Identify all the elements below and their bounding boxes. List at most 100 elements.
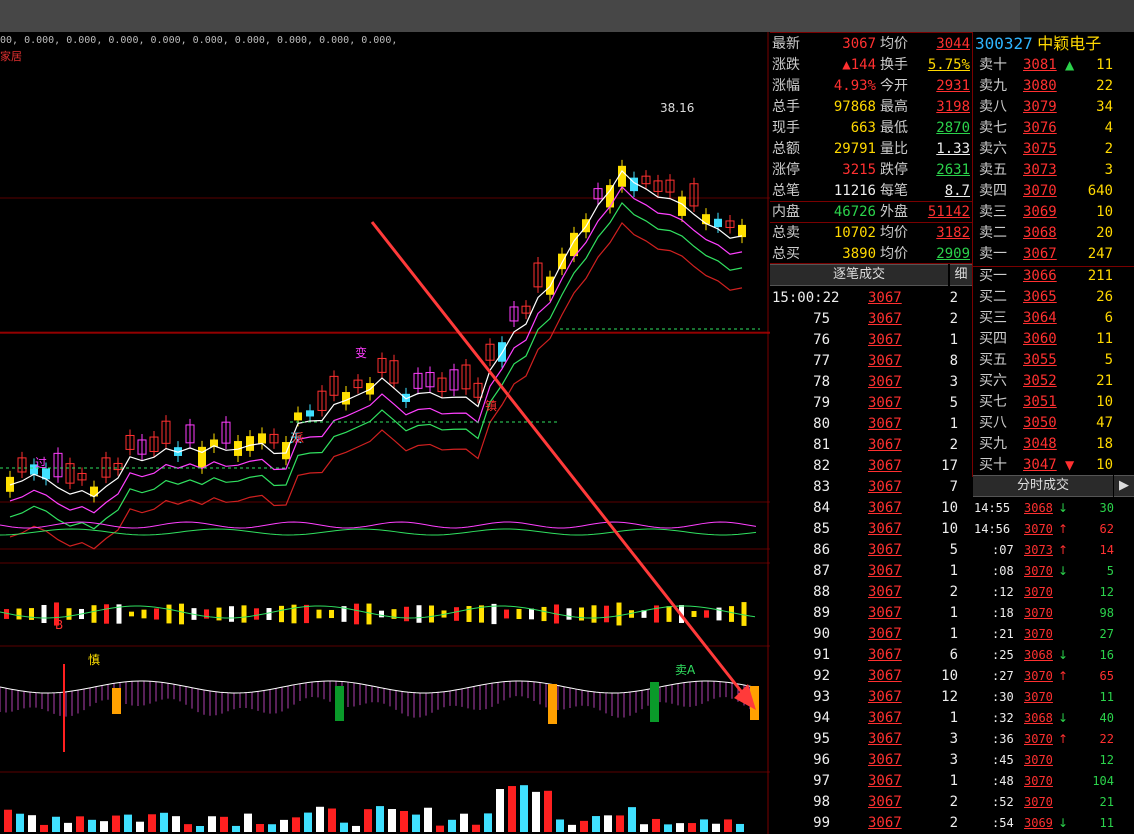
chart-annotation: 变: [355, 345, 367, 360]
indicator-bar: [704, 610, 709, 618]
tick-row[interactable]: 81 3067 2: [770, 435, 968, 456]
sell-level-row[interactable]: 卖一 3067 247: [979, 244, 1134, 265]
tick-row[interactable]: 98 3067 2: [770, 792, 968, 813]
tick-row[interactable]: 95 3067 3: [770, 729, 968, 750]
minute-trade-row[interactable]: :52 3070 21: [974, 792, 1134, 813]
buy-level-row[interactable]: 买一 3066 211: [979, 266, 1134, 287]
tick-row[interactable]: 85 3067 10: [770, 519, 968, 540]
tick-row[interactable]: 86 3067 5: [770, 540, 968, 561]
tick-row[interactable]: 76 3067 1: [770, 330, 968, 351]
buy-level-row[interactable]: 买十 3047 ▼ 10: [979, 455, 1134, 476]
tick-row[interactable]: 78 3067 3: [770, 372, 968, 393]
minute-trade-row[interactable]: :30 3070 11: [974, 687, 1134, 708]
minute-trade-price: 3070: [1024, 669, 1053, 683]
tick-row[interactable]: 90 3067 1: [770, 624, 968, 645]
minute-trade-row[interactable]: :27 3070 ↑ 65: [974, 666, 1134, 687]
minute-trade-row[interactable]: :36 3070 ↑ 22: [974, 729, 1134, 750]
tick-price: 3067: [868, 311, 902, 327]
buy-level-label: 买一: [979, 268, 1007, 284]
buy-level-row[interactable]: 买五 3055 5: [979, 350, 1134, 371]
tick-row[interactable]: 88 3067 2: [770, 582, 968, 603]
buy-level-row[interactable]: 买八 3050 47: [979, 413, 1134, 434]
sell-level-row[interactable]: 卖十 3081 ▲ 11: [979, 55, 1134, 76]
tick-row[interactable]: 99 3067 2: [770, 813, 968, 834]
tick-list-header[interactable]: 逐笔成交: [770, 264, 948, 286]
sell-level-row[interactable]: 卖五 3073 3: [979, 160, 1134, 181]
tick-row[interactable]: 93 3067 12: [770, 687, 968, 708]
tick-row[interactable]: 89 3067 1: [770, 603, 968, 624]
sell-level-price: 3068: [1023, 225, 1057, 241]
sell-level-row[interactable]: 卖七 3076 4: [979, 118, 1134, 139]
tick-price: 3067: [868, 773, 902, 789]
tick-row[interactable]: 97 3067 1: [770, 771, 968, 792]
minute-trades-list[interactable]: 14:55 3068 ↓ 30 14:56 3070 ↑ 62:07 3073 ↑ 14:08 307…: [972, 498, 1134, 834]
sell-level-row[interactable]: 卖六 3075 2: [979, 139, 1134, 160]
tick-row[interactable]: 82 3067 17: [770, 456, 968, 477]
minute-trades-expand-button[interactable]: ▶: [1114, 475, 1134, 497]
buy-level-row[interactable]: 买九 3048 18: [979, 434, 1134, 455]
tick-row[interactable]: 94 3067 1: [770, 708, 968, 729]
buy-level-row[interactable]: 买四 3060 11: [979, 329, 1134, 350]
kline-chart-area[interactable]: 00, 0.000, 0.000, 0.000, 0.000, 0.000, 0…: [0, 32, 770, 834]
minute-trade-row[interactable]: :18 3070 98: [974, 603, 1134, 624]
tick-detail-button[interactable]: 细: [950, 264, 972, 286]
tick-row[interactable]: 15:00:22 3067 2: [770, 288, 968, 309]
indicator-bar: [41, 604, 47, 624]
sell-level-row[interactable]: 卖三 3069 10: [979, 202, 1134, 223]
candle-body: [702, 214, 710, 225]
tick-row[interactable]: 79 3067 5: [770, 393, 968, 414]
sell-level-row[interactable]: 卖八 3079 34: [979, 97, 1134, 118]
volume-bar: [544, 790, 552, 832]
title-bar: [0, 0, 1134, 32]
indicator-bar: [316, 609, 322, 619]
minute-trade-row[interactable]: :08 3070 ↓ 5: [974, 561, 1134, 582]
minute-trade-row[interactable]: :54 3069 ↓ 11: [974, 813, 1134, 834]
chart-annotation: 镇: [485, 399, 497, 413]
tick-volume: 5: [949, 542, 958, 558]
buy-level-row[interactable]: 买二 3065 26: [979, 287, 1134, 308]
tick-row[interactable]: 80 3067 1: [770, 414, 968, 435]
tick-row[interactable]: 77 3067 8: [770, 351, 968, 372]
signal-bar: [548, 684, 557, 724]
tick-row[interactable]: 87 3067 1: [770, 561, 968, 582]
minute-trade-row[interactable]: :32 3068 ↓ 40: [974, 708, 1134, 729]
buy-level-row[interactable]: 买六 3052 21: [979, 371, 1134, 392]
minute-trade-row[interactable]: :21 3070 27: [974, 624, 1134, 645]
sell-level-row[interactable]: 卖九 3080 22: [979, 76, 1134, 97]
tick-row[interactable]: 84 3067 10: [770, 498, 968, 519]
minute-trade-row[interactable]: :12 3070 12: [974, 582, 1134, 603]
minute-trade-row[interactable]: :48 3070 104: [974, 771, 1134, 792]
quote-row: 现手 663 最低 2870: [772, 118, 972, 139]
tick-time: 82: [813, 458, 830, 474]
tick-row[interactable]: 75 3067 2: [770, 309, 968, 330]
candle-body: [198, 446, 206, 468]
minute-trades-header[interactable]: 分时成交: [973, 475, 1113, 497]
buy-level-row[interactable]: 买三 3064 6: [979, 308, 1134, 329]
tick-row[interactable]: 96 3067 3: [770, 750, 968, 771]
tick-list[interactable]: 15:00:22 3067 2 75 3067 2 76 3067 1 77 3067 8 78 3067…: [770, 288, 970, 834]
tick-volume: 1: [949, 626, 958, 642]
minute-trade-row[interactable]: :45 3070 12: [974, 750, 1134, 771]
sell-level-price: 3075: [1023, 141, 1057, 157]
volume-bar: [424, 807, 432, 832]
indicator-bar: [404, 606, 409, 622]
tick-row[interactable]: 91 3067 6: [770, 645, 968, 666]
moving-average-line: [9, 221, 743, 550]
buy-level-volume: 21: [1096, 373, 1113, 389]
buy-level-volume: 10: [1096, 394, 1113, 410]
kline-chart[interactable]: 00, 0.000, 0.000, 0.000, 0.000, 0.000, 0…: [0, 32, 770, 834]
volume-bar: [244, 813, 252, 832]
minute-trade-row[interactable]: 14:55 3068 ↓ 30: [974, 498, 1134, 519]
sell-level-row[interactable]: 卖四 3070 640: [979, 181, 1134, 202]
volume-bar: [268, 824, 276, 832]
minute-trade-row[interactable]: 14:56 3070 ↑ 62: [974, 519, 1134, 540]
tick-row[interactable]: 83 3067 7: [770, 477, 968, 498]
tick-row[interactable]: 92 3067 10: [770, 666, 968, 687]
buy-level-row[interactable]: 买七 3051 10: [979, 392, 1134, 413]
minute-trade-row[interactable]: :07 3073 ↑ 14: [974, 540, 1134, 561]
sell-level-row[interactable]: 卖二 3068 20: [979, 223, 1134, 244]
sell-level-price: 3080: [1023, 78, 1057, 94]
minute-trade-row[interactable]: :25 3068 ↓ 16: [974, 645, 1134, 666]
quote-label: 最新: [772, 36, 800, 52]
tick-time: 96: [813, 752, 830, 768]
